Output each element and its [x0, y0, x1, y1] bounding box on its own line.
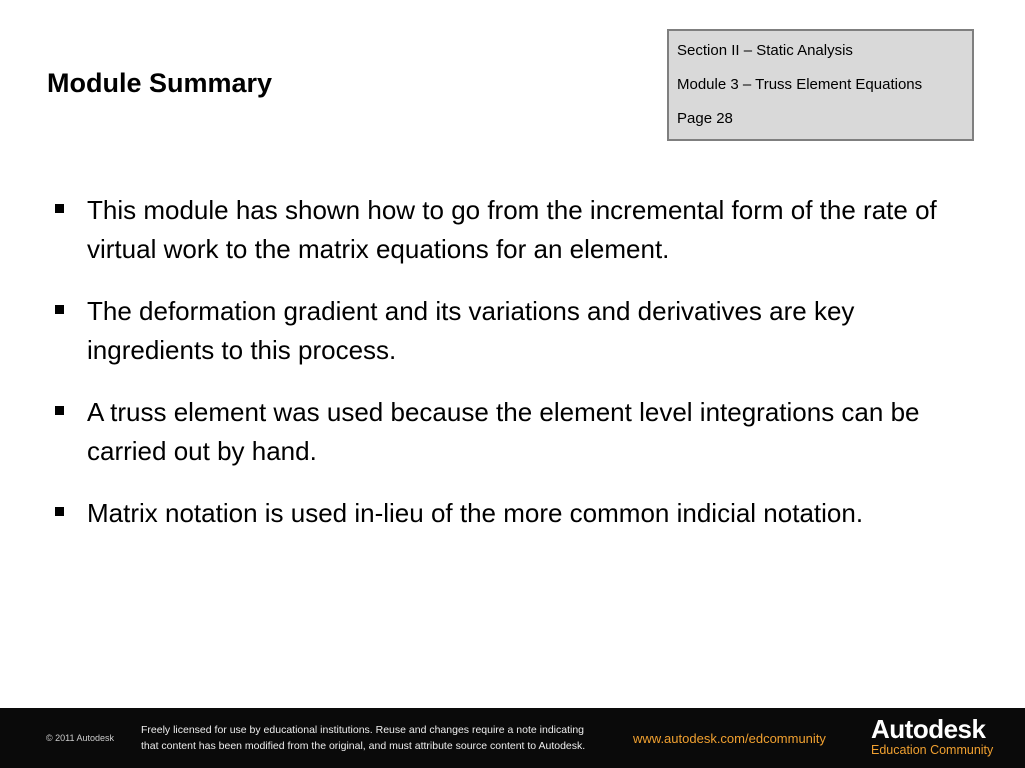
section-label: Section II – Static Analysis [677, 42, 853, 59]
page-number: Page 28 [677, 110, 733, 127]
square-bullet-icon [55, 406, 64, 415]
license-line: that content has been modified from the … [141, 740, 586, 752]
community-link[interactable]: www.autodesk.com/edcommunity [633, 731, 826, 746]
bullet-text: This module has shown how to go from the… [87, 195, 937, 264]
bullet-text: A truss element was used because the ele… [87, 397, 920, 466]
copyright: © 2011 Autodesk [46, 733, 115, 743]
bullet-text: Matrix notation is used in-lieu of the m… [87, 498, 864, 528]
module-label: Module 3 – Truss Element Equations [677, 76, 923, 93]
square-bullet-icon [55, 204, 64, 213]
square-bullet-icon [55, 305, 64, 314]
square-bullet-icon [55, 507, 64, 516]
license-text: Freely licensed for use by educational i… [141, 722, 585, 754]
bullet-text: The deformation gradient and its variati… [87, 296, 855, 365]
education-community-label: Education Community [871, 743, 994, 757]
license-line: Freely licensed for use by educational i… [141, 724, 585, 736]
section-info-box: Section II – Static Analysis Module 3 – … [667, 29, 974, 141]
autodesk-logo: Autodesk [871, 714, 986, 744]
page-title: Module Summary [47, 68, 273, 98]
footer: © 2011 Autodesk Freely licensed for use … [0, 708, 1025, 768]
